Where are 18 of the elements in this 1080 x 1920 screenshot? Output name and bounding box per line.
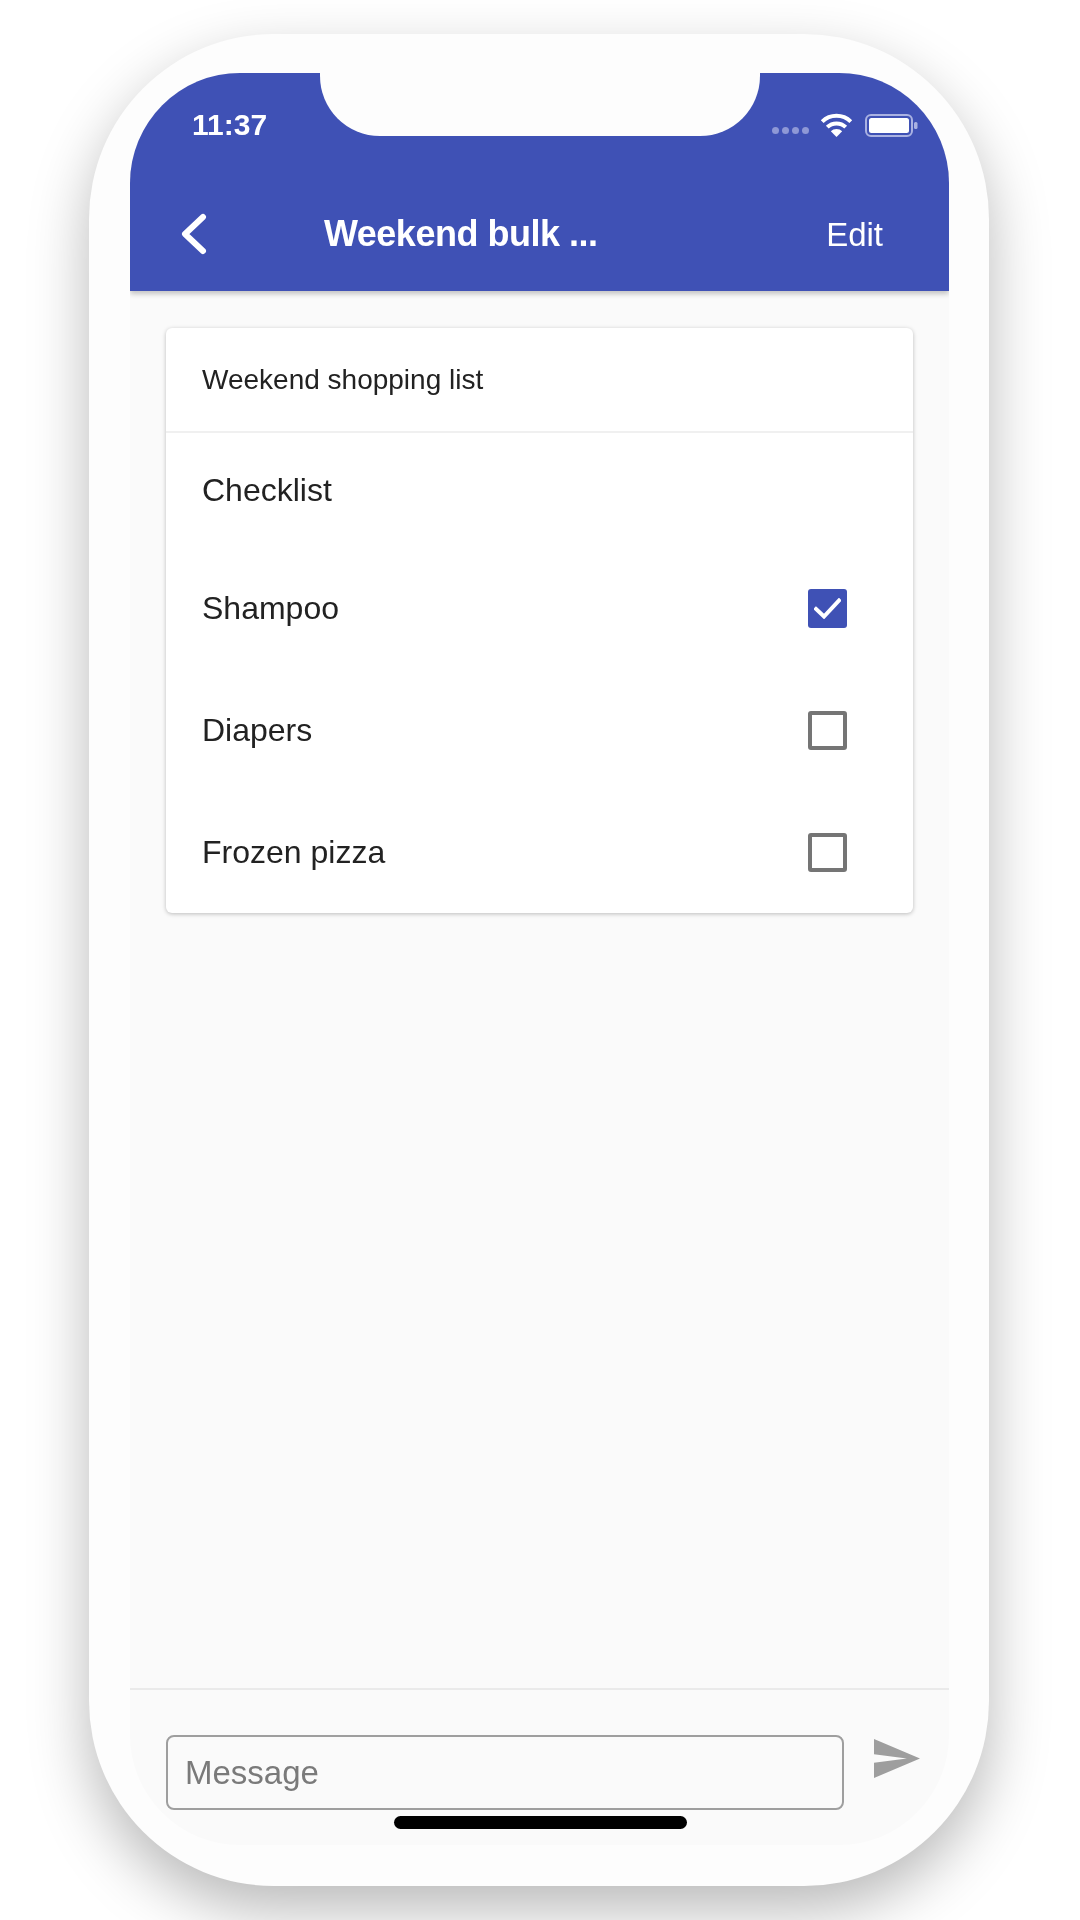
- back-icon[interactable]: [179, 213, 207, 255]
- edit-button[interactable]: Edit: [826, 217, 883, 251]
- checkbox[interactable]: [808, 588, 847, 628]
- send-icon[interactable]: [874, 1739, 920, 1778]
- battery-icon: [865, 113, 918, 137]
- section-heading: Checklist: [202, 474, 332, 506]
- status-time: 11:37: [192, 110, 268, 140]
- checkbox[interactable]: [808, 832, 847, 872]
- wifi-icon: [820, 113, 853, 137]
- card-title: Weekend shopping list: [202, 365, 484, 394]
- signal-icon: [772, 126, 809, 134]
- checklist-item-label: Frozen pizza: [202, 836, 386, 868]
- checkmark-icon: [814, 597, 841, 619]
- checklist-item-label: Shampoo: [202, 592, 339, 624]
- checkbox[interactable]: [808, 710, 847, 750]
- checklist-item-label: Diapers: [202, 714, 313, 746]
- message-field[interactable]: Message: [166, 1735, 844, 1810]
- page-title: Weekend bulk ...: [324, 216, 598, 252]
